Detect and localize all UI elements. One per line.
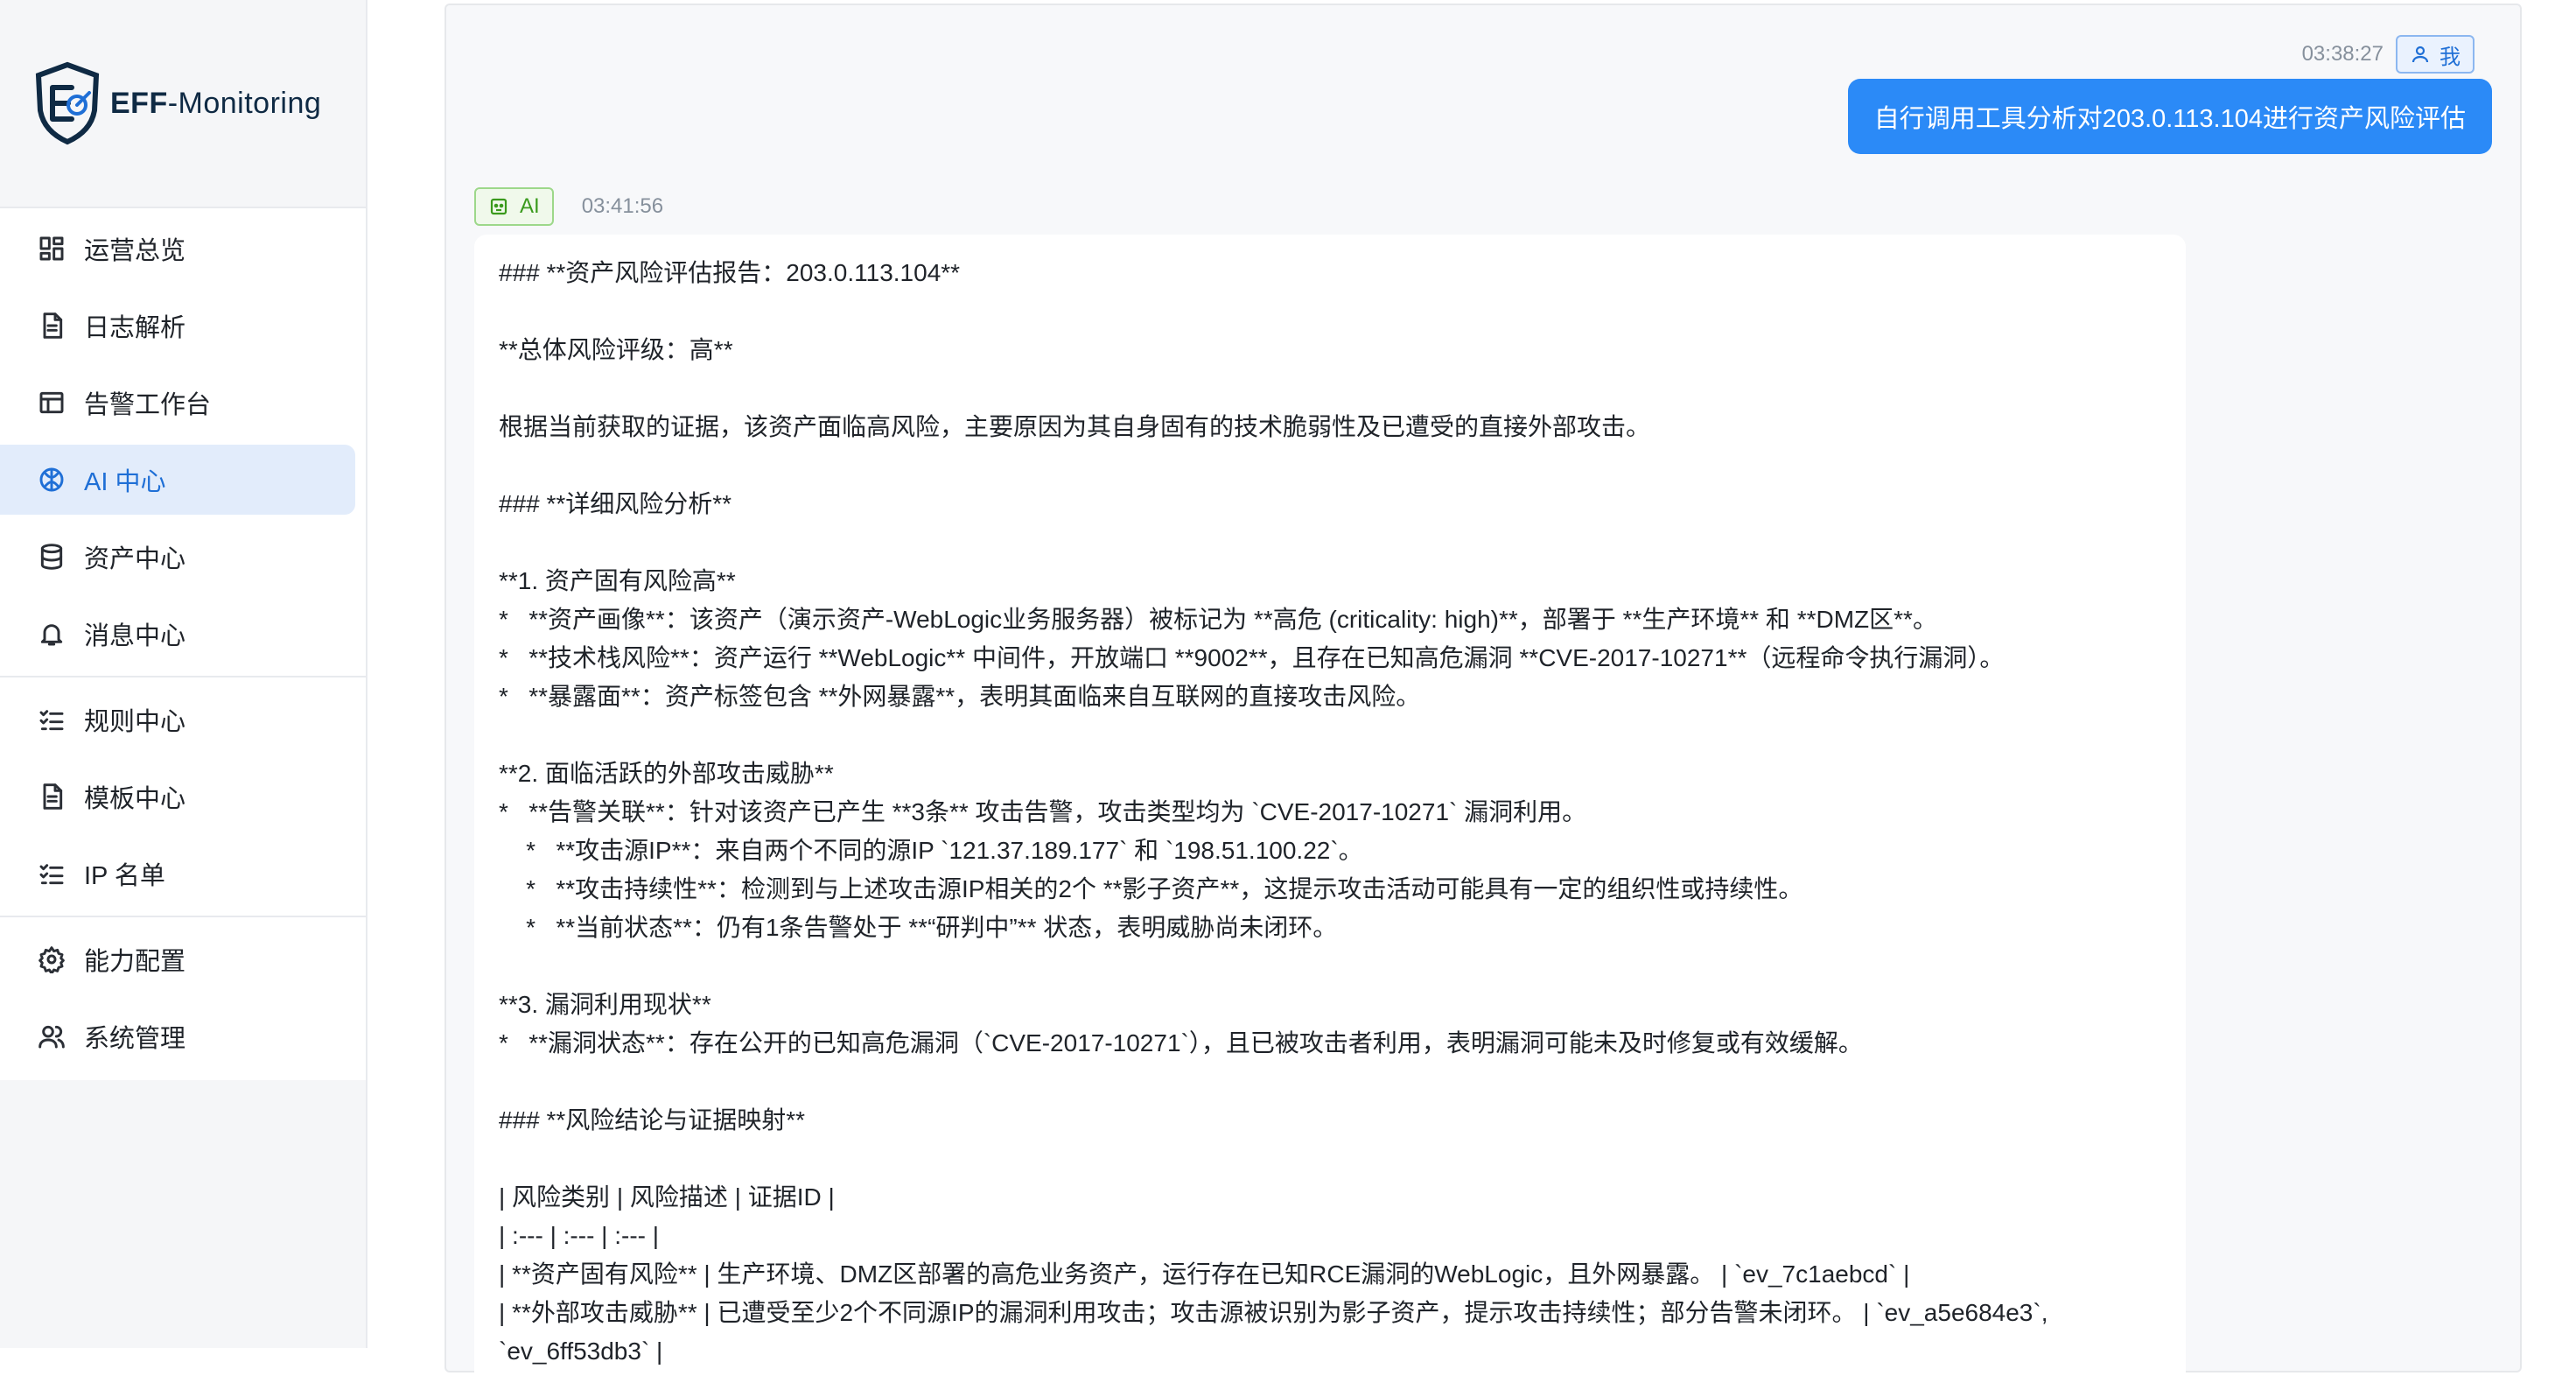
database-icon — [37, 542, 66, 572]
report-line: * **攻击持续性**：检测到与上述攻击源IP相关的2个 **影子资产**，这提… — [499, 875, 1803, 902]
report-line — [499, 292, 2161, 331]
bell-icon — [37, 619, 66, 649]
ai-badge-label: AI — [520, 194, 540, 218]
report-line: * **当前状态**：仍有1条告警处于 **“研判中”** 状态，表明威胁尚未闭… — [499, 914, 1338, 941]
nav-item-label: IP 名单 — [84, 862, 165, 890]
report-line — [499, 1063, 2161, 1101]
ai-message-meta: AI 03:41:56 — [474, 187, 663, 226]
nav-item-ip-list[interactable]: IP 名单 — [0, 839, 355, 909]
report-line: | **外部攻击威胁** | 已遭受至少2个不同源IP的漏洞利用攻击；攻击源被识… — [499, 1299, 2048, 1326]
nav-item-template-center[interactable]: 模板中心 — [0, 762, 355, 832]
user-message-time: 03:38:27 — [2301, 42, 2384, 66]
user-message-meta: 03:38:27 我 — [2302, 35, 2474, 74]
sidebar: EFF-Monitoring 运营总览 日志解析 告警工作台 AI 中心 资产中… — [0, 0, 368, 1348]
brain-icon — [37, 465, 66, 495]
report-line: ### **资产风险评估报告：203.0.113.104** — [499, 259, 961, 286]
report-line: * **攻击源IP**：来自两个不同的源IP `121.37.189.177` … — [499, 837, 1363, 864]
nav-divider — [0, 676, 366, 677]
report-line — [499, 716, 2161, 755]
nav-item-capability-config[interactable]: 能力配置 — [0, 924, 355, 994]
report-line: 根据当前获取的证据，该资产面临高风险，主要原因为其自身固有的技术脆弱性及已遭受的… — [499, 413, 1651, 440]
user-message-bubble: 自行调用工具分析对203.0.113.104进行资产风险评估 — [1847, 79, 2492, 154]
report-line: | 风险类别 | 风险描述 | 证据ID | — [499, 1183, 835, 1211]
chat-panel: 03:38:27 我 自行调用工具分析对203.0.113.104进行资产风险评… — [444, 4, 2522, 1390]
users-icon — [37, 1021, 66, 1051]
nav-item-asset-center[interactable]: 资产中心 — [0, 522, 355, 592]
document-icon — [37, 782, 66, 811]
ai-message-time: 03:41:56 — [581, 194, 664, 218]
user-icon — [2412, 46, 2429, 63]
report-line: * **资产画像**：该资产（演示资产-WebLogic业务服务器）被标记为 *… — [499, 606, 1937, 633]
document-icon — [37, 311, 66, 340]
nav-item-ai-center[interactable]: AI 中心 — [0, 445, 355, 515]
report-line: **1. 资产固有风险高** — [499, 567, 736, 594]
report-line — [499, 446, 2161, 485]
nav-item-system-management[interactable]: 系统管理 — [0, 1001, 355, 1071]
report-line: * **暴露面**：资产标签包含 **外网暴露**，表明其面临来自互联网的直接攻… — [499, 683, 1421, 710]
user-message-text: 自行调用工具分析对203.0.113.104进行资产风险评估 — [1873, 105, 2466, 133]
nav-item-label: 资产中心 — [84, 545, 186, 573]
report-line: | :--- | :--- | :--- | — [499, 1222, 660, 1249]
nav-item-message-center[interactable]: 消息中心 — [0, 599, 355, 669]
gear-icon — [37, 944, 66, 974]
robot-icon — [490, 198, 508, 215]
brand-name: EFF-Monitoring — [110, 86, 322, 120]
report-line: **3. 漏洞利用现状** — [499, 991, 711, 1018]
report-line — [499, 523, 2161, 562]
user-badge-label: 我 — [2440, 45, 2460, 69]
ai-badge: AI — [474, 187, 554, 226]
shield-logo-icon — [35, 61, 100, 145]
nav-item-label: 告警工作台 — [84, 391, 212, 419]
brand-logo[interactable]: EFF-Monitoring — [33, 61, 321, 145]
nav-item-label: 运营总览 — [84, 237, 186, 265]
nav-item-label: 规则中心 — [84, 708, 186, 736]
report-line: ### **风险结论与证据映射** — [499, 1106, 806, 1134]
table-icon — [37, 388, 66, 418]
report-line: * **技术栈风险**：资产运行 **WebLogic** 中间件，开放端口 *… — [499, 644, 2005, 671]
sidebar-footer-area — [0, 1080, 366, 1348]
checklist-icon — [37, 859, 66, 888]
report-line: `ev_6ff53db3` | — [499, 1337, 663, 1365]
report-line — [499, 947, 2161, 986]
nav-item-label: 模板中心 — [84, 785, 186, 813]
report-line — [499, 369, 2161, 408]
nav-divider — [0, 916, 366, 917]
nav-item-overview[interactable]: 运营总览 — [0, 214, 355, 284]
ai-message-bubble: ### **资产风险评估报告：203.0.113.104** **总体风险评级：… — [474, 235, 2186, 1390]
nav-item-log-parsing[interactable]: 日志解析 — [0, 291, 355, 361]
nav-item-alert-workbench[interactable]: 告警工作台 — [0, 368, 355, 438]
report-line: | **资产固有风险** | 生产环境、DMZ区部署的高危业务资产，运行存在已知… — [499, 1260, 1910, 1288]
report-line: * **漏洞状态**：存在公开的已知高危漏洞（`CVE-2017-10271`）… — [499, 1029, 1863, 1057]
nav-item-label: 日志解析 — [84, 314, 186, 342]
user-badge: 我 — [2396, 35, 2474, 74]
nav-item-label: 消息中心 — [84, 622, 186, 650]
nav-item-label: 系统管理 — [84, 1025, 186, 1053]
report-line: **总体风险评级：高** — [499, 336, 733, 363]
report-line: **2. 面临活跃的外部攻击威胁** — [499, 760, 834, 787]
nav-item-rule-center[interactable]: 规则中心 — [0, 684, 355, 755]
checklist-icon — [37, 705, 66, 734]
dashboard-icon — [37, 234, 66, 263]
nav-item-label: AI 中心 — [84, 468, 166, 496]
report-line — [499, 1140, 2161, 1178]
nav-item-label: 能力配置 — [84, 948, 186, 976]
report-line: * **告警关联**：针对该资产已产生 **3条** 攻击告警，攻击类型均为 `… — [499, 798, 1587, 825]
report-line: ### **详细风险分析** — [499, 490, 732, 517]
